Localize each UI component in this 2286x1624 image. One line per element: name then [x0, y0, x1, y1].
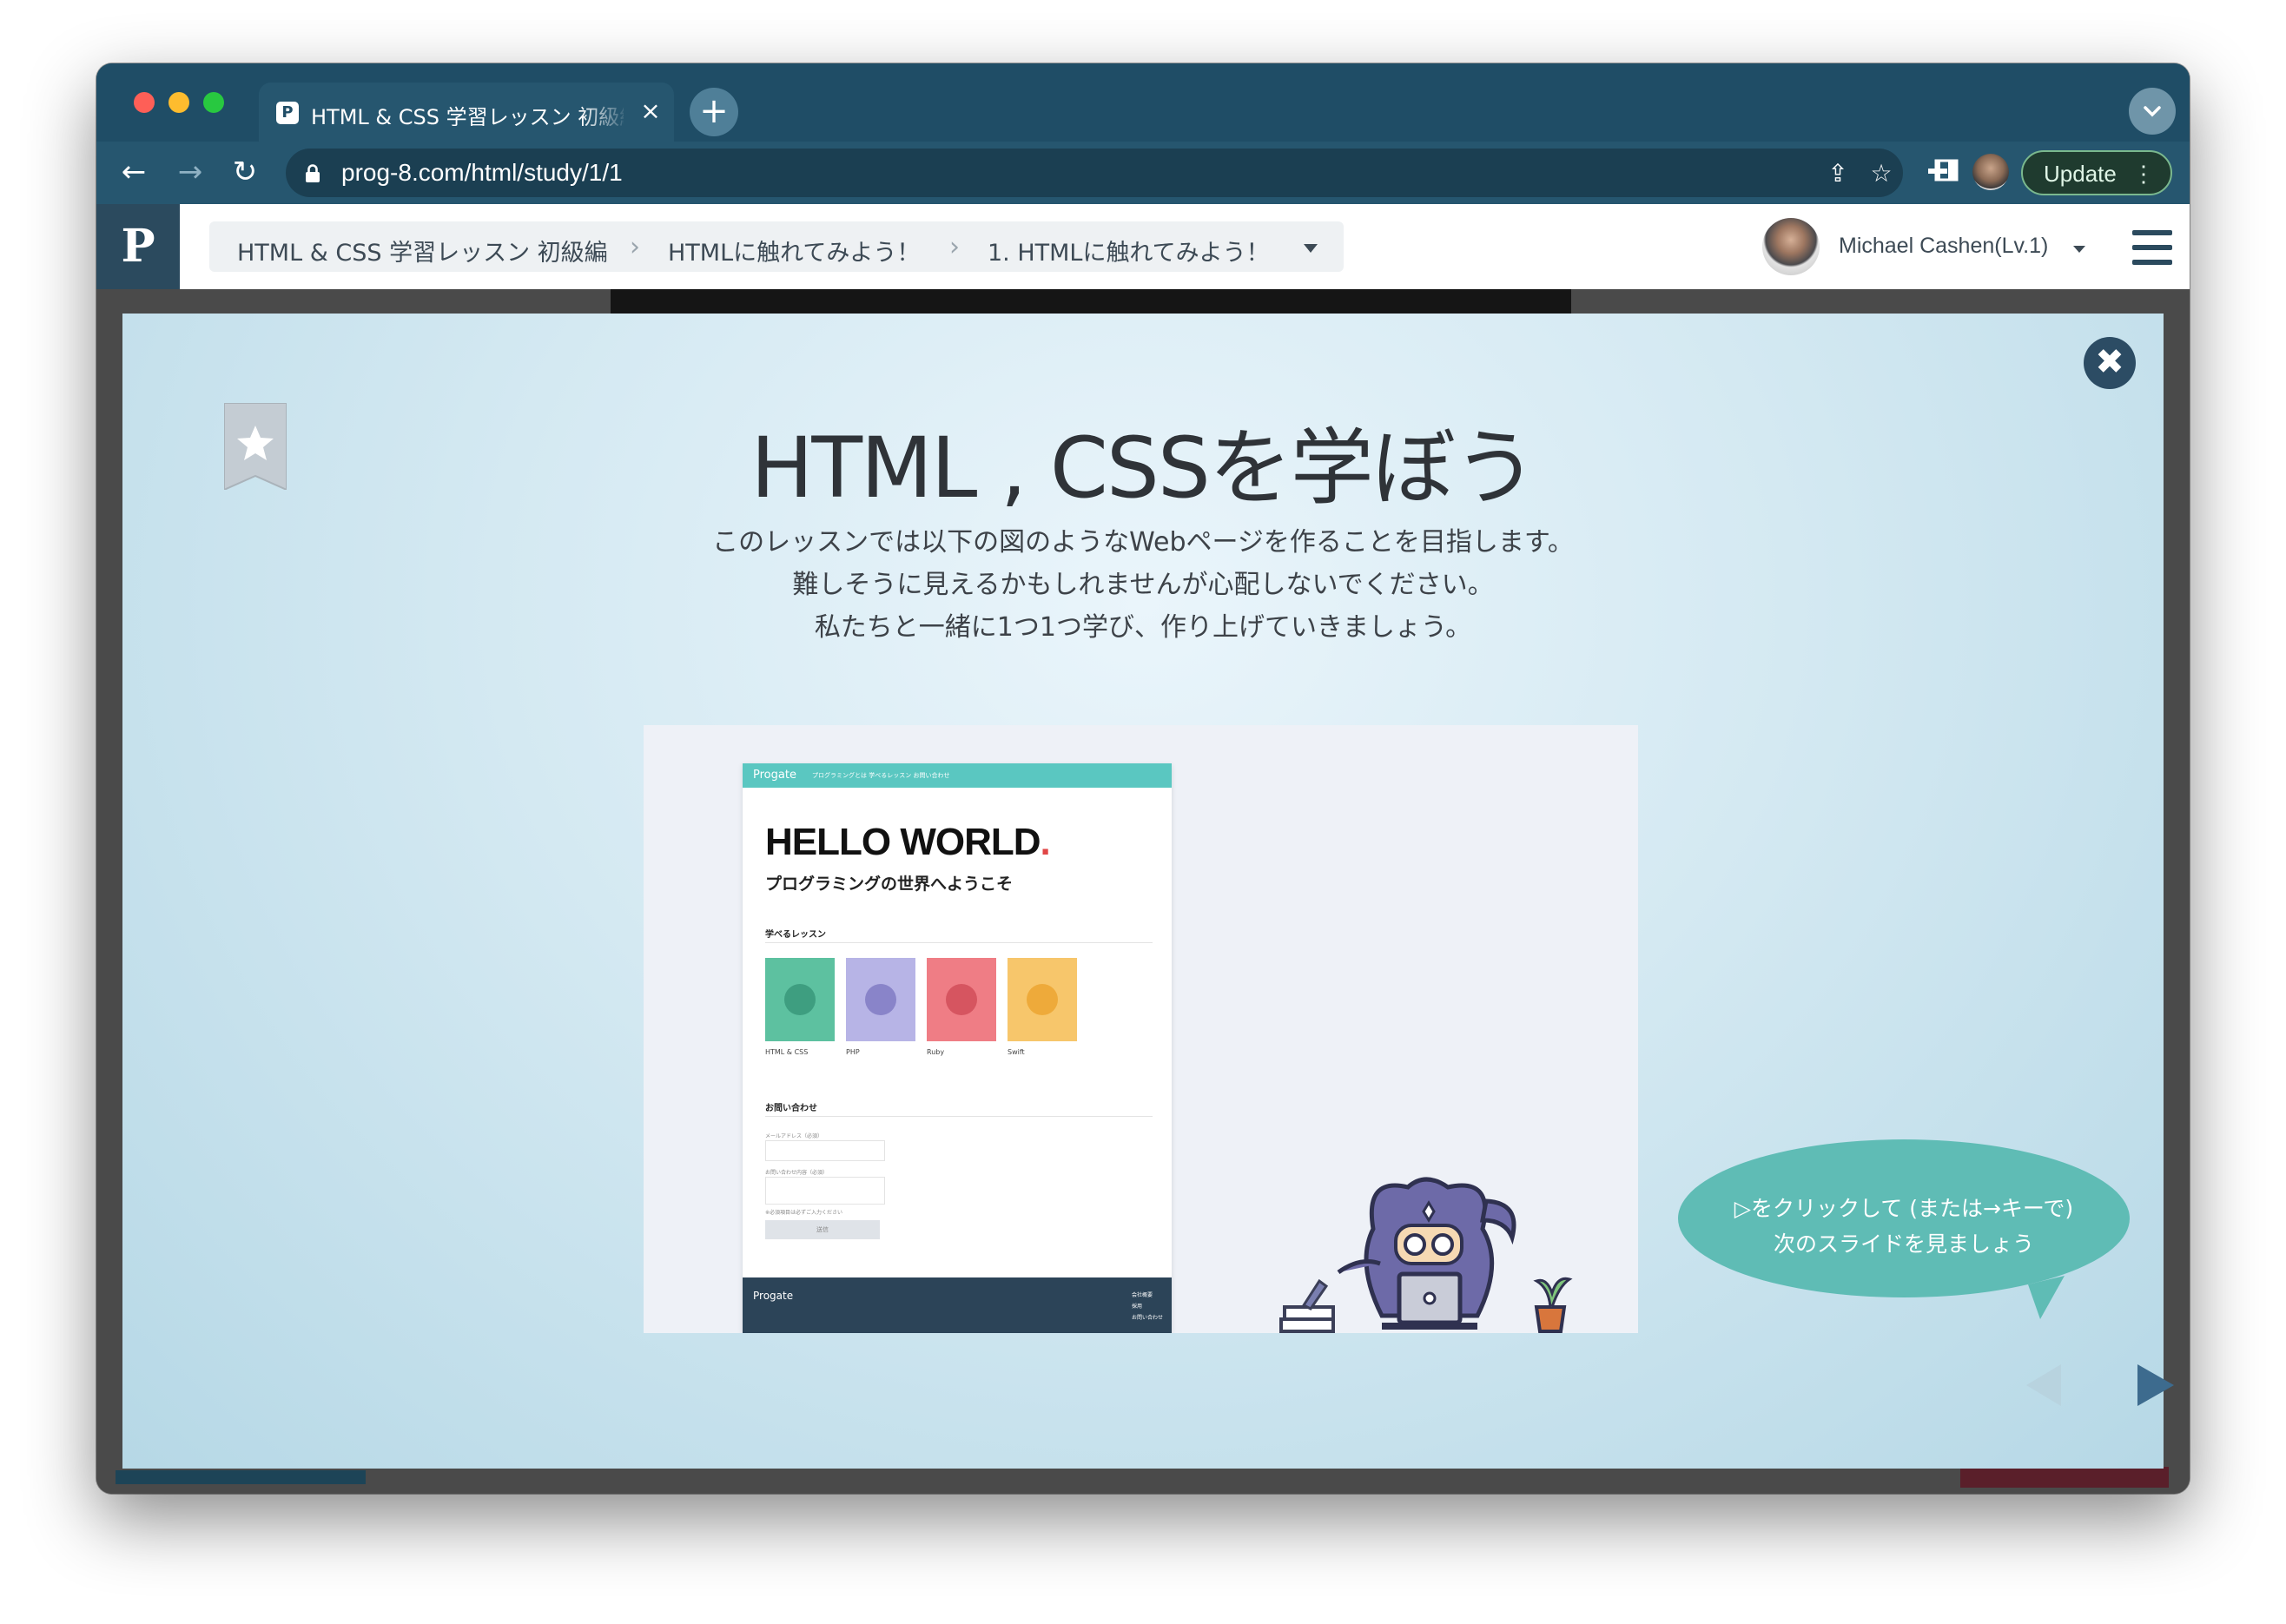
slide-title: HTML , CSSを学ぼう — [750, 419, 1537, 517]
previous-slide-arrow-icon[interactable] — [2026, 1364, 2061, 1406]
breadcrumb: HTML & CSS 学習レッスン 初級編 › HTMLに触れてみよう！ › 1… — [209, 221, 1344, 272]
breadcrumb-item-chapter[interactable]: HTMLに触れてみよう！ — [668, 234, 920, 267]
slide-illustration: Progate プログラミングとは 学べるレッスン お問い合わせ HELLO W… — [644, 725, 1638, 1333]
tab-title: HTML & CSS 学習レッスン 初級編 — [311, 105, 624, 126]
url-text[interactable]: prog-8.com/html/study/1/1 — [341, 159, 623, 187]
mockup-lesson-card: PHP — [846, 958, 915, 1056]
lock-icon — [306, 164, 320, 182]
close-window-button[interactable] — [134, 92, 155, 113]
browser-chrome: P HTML & CSS 学習レッスン 初級編 × + ← → ↻ prog-8… — [96, 63, 2190, 204]
mockup-hello-title: HELLO WORLD. — [765, 821, 1051, 863]
profile-avatar[interactable] — [1972, 154, 2009, 190]
next-slide-arrow-icon[interactable] — [2137, 1364, 2174, 1406]
user-avatar[interactable] — [1762, 218, 1820, 275]
browser-window: P HTML & CSS 学習レッスン 初級編 × + ← → ↻ prog-8… — [96, 63, 2190, 1494]
breadcrumb-item-slide[interactable]: 1. HTMLに触れてみよう！ — [988, 234, 1270, 267]
side-panel-icon[interactable] — [1933, 157, 1959, 183]
mockup-lesson-card: Swift — [1008, 958, 1077, 1056]
slide-description-line: このレッスンでは以下の図のようなWebページを作ることを目指します。 — [712, 527, 1574, 558]
tab-bar: P HTML & CSS 学習レッスン 初級編 × + — [96, 63, 2190, 142]
back-arrow-icon[interactable]: ← — [114, 152, 154, 192]
mockup-lesson-card: Ruby — [927, 958, 996, 1056]
share-icon[interactable]: ⇪ — [1825, 161, 1851, 187]
mockup-subtitle: プログラミングの世界へようこそ — [765, 875, 1014, 894]
reload-icon[interactable]: ↻ — [225, 152, 265, 192]
update-button[interactable]: Update ⋮ — [2021, 150, 2172, 195]
mockup-lesson-card: HTML & CSS — [765, 958, 835, 1056]
caret-down-icon[interactable] — [1304, 244, 1318, 253]
hamburger-menu-icon[interactable] — [2132, 230, 2172, 265]
forward-arrow-icon[interactable]: → — [170, 152, 210, 192]
new-tab-button[interactable]: + — [690, 88, 738, 136]
address-bar[interactable]: prog-8.com/html/study/1/1 ⇪ ☆ — [286, 149, 1903, 197]
site-header: P HTML & CSS 学習レッスン 初級編 › HTMLに触れてみよう！ ›… — [96, 204, 2190, 289]
browser-tab[interactable]: P HTML & CSS 学習レッスン 初級編 × — [259, 83, 674, 142]
mockup-header: Progate プログラミングとは 学べるレッスン お問い合わせ — [743, 763, 1172, 788]
close-icon[interactable]: ✖ — [2084, 337, 2136, 389]
progate-logo[interactable]: P — [96, 204, 180, 289]
chevron-right-icon: › — [949, 232, 960, 262]
mockup-footer: Progate 会社概要 採用 お問い合わせ — [743, 1277, 1172, 1333]
browser-toolbar: ← → ↻ prog-8.com/html/study/1/1 ⇪ ☆ ✚ Up… — [96, 142, 2190, 204]
bookmark-star-icon[interactable]: ☆ — [1868, 161, 1894, 187]
progate-favicon-icon: P — [276, 102, 299, 124]
slide-description-line: 私たちと一緒に1つ1つ学び、作り上げていきましょう。 — [814, 612, 1472, 643]
zoom-window-button[interactable] — [203, 92, 224, 113]
breadcrumb-item-course[interactable]: HTML & CSS 学習レッスン 初級編 — [237, 234, 608, 267]
progress-bar — [116, 1470, 366, 1484]
video-strip — [611, 289, 1571, 314]
bottom-button — [1960, 1467, 2169, 1488]
caret-down-icon[interactable] — [2073, 246, 2085, 253]
slide-modal: ✖ HTML , CSSを学ぼう このレッスンでは以下の図のようなWebページを… — [122, 314, 2174, 1469]
chevron-right-icon: › — [630, 232, 640, 262]
minimize-window-button[interactable] — [168, 92, 189, 113]
tab-search-button[interactable] — [2129, 88, 2176, 135]
tab-close-icon[interactable]: × — [638, 96, 664, 127]
mockup-contact-heading: お問い合わせ — [765, 1104, 817, 1113]
website-mockup: Progate プログラミングとは 学べるレッスン お問い合わせ HELLO W… — [743, 763, 1172, 1333]
more-vertical-icon[interactable]: ⋮ — [2132, 152, 2155, 195]
hint-text: ▷をクリックして (または→キーで) 次のスライドを見ましょう — [1734, 1196, 2074, 1257]
user-name[interactable]: Michael Cashen(Lv.1) — [1839, 234, 2048, 259]
mockup-lessons-heading: 学べるレッスン — [765, 930, 826, 940]
slide-description-line: 難しそうに見えるかもしれませんが心配しないでください。 — [792, 570, 1494, 600]
ninja-mascot-icon — [1279, 1177, 1573, 1333]
chevron-down-icon — [2144, 106, 2161, 117]
